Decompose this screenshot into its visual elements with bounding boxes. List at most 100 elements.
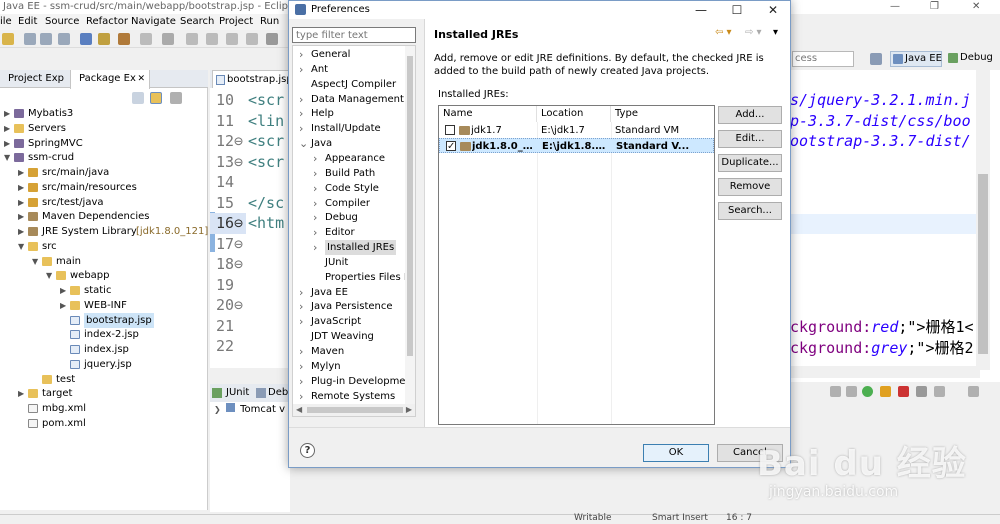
tab-debug[interactable]: Deb — [268, 384, 288, 402]
debug-item-tomcat[interactable]: ❯ Tomcat v — [214, 403, 285, 417]
pref-tree-item[interactable]: › Maven — [293, 344, 405, 359]
chevron-right-icon[interactable]: ▶ — [18, 165, 24, 180]
scroll-left-icon[interactable]: ◀ — [296, 404, 302, 416]
perspective-java-ee[interactable]: Java EE — [890, 51, 942, 67]
chevron-right-icon[interactable]: › — [299, 285, 303, 300]
ok-button[interactable]: OK — [643, 444, 709, 462]
save-icon[interactable] — [24, 33, 36, 45]
pref-tree-item[interactable]: › JavaScript — [293, 314, 405, 329]
toolbar-icon[interactable] — [140, 33, 152, 45]
tree-item[interactable]: ▶ Maven Dependencies — [0, 209, 208, 224]
quick-access-input[interactable]: cess — [792, 51, 854, 67]
chevron-right-icon[interactable]: ▶ — [4, 106, 10, 121]
scrollbar-thumb[interactable] — [307, 407, 403, 413]
chevron-right-icon[interactable]: ▶ — [18, 209, 24, 224]
editor-horizontal-scrollbar[interactable] — [790, 366, 980, 378]
chevron-right-icon[interactable]: ▶ — [18, 386, 24, 401]
pref-tree-item[interactable]: › Editor — [293, 225, 405, 240]
chevron-right-icon[interactable]: ▶ — [18, 180, 24, 195]
pref-tree-item[interactable]: › Java EE — [293, 285, 405, 300]
tab-package-explorer[interactable]: Package Ex ✕ — [70, 70, 150, 89]
pref-tree-item[interactable]: › Compiler — [293, 196, 405, 211]
pref-tree-item[interactable]: › Plug-in Development — [293, 374, 415, 389]
menu-edit[interactable]: Edit — [18, 15, 37, 29]
chevron-right-icon[interactable]: › — [313, 210, 317, 225]
edit-jre-button[interactable]: Edit... — [718, 130, 782, 148]
jre-default-checkbox[interactable] — [445, 125, 455, 135]
pref-tree-item[interactable]: › Data Management — [293, 92, 405, 107]
pref-tree-item[interactable]: JDT Weaving — [293, 329, 405, 344]
tree-item[interactable]: ▶ SpringMVC — [0, 136, 208, 151]
chevron-right-icon[interactable]: › — [299, 314, 303, 329]
view-menu-icon[interactable] — [170, 92, 182, 104]
pref-tree-item[interactable]: › Installed JREs — [293, 240, 405, 256]
tree-item[interactable]: ▶ src/main/java — [0, 165, 208, 180]
tree-item[interactable]: pom.xml — [0, 416, 208, 431]
chevron-right-icon[interactable]: › — [299, 92, 303, 107]
pref-tree-item[interactable]: › Ant — [293, 62, 405, 77]
pref-tree-item[interactable]: › General — [293, 47, 405, 62]
pref-tree-item[interactable]: › Code Style — [293, 181, 405, 196]
chevron-right-icon[interactable]: › — [313, 151, 317, 166]
eclipse-minimize-button[interactable]: — — [890, 0, 900, 14]
resume-icon[interactable] — [186, 33, 198, 45]
chevron-right-icon[interactable]: › — [299, 47, 303, 62]
chevron-right-icon[interactable]: ▶ — [4, 121, 10, 136]
chevron-right-icon[interactable]: › — [299, 344, 303, 359]
menu-search[interactable]: Search — [180, 15, 214, 29]
menu-navigate[interactable]: Navigate — [131, 15, 176, 29]
pref-tree-item[interactable]: Properties Files Ed — [293, 270, 415, 285]
column-header-type[interactable]: Type — [611, 106, 715, 122]
open-perspective-icon[interactable] — [870, 53, 882, 65]
terminate-icon[interactable] — [898, 386, 909, 397]
chevron-right-icon[interactable]: › — [313, 196, 317, 211]
editor-tab-bootstrap-jsp[interactable]: bootstrap.jsp — [212, 70, 290, 89]
pref-tree-item[interactable]: ⌄ Java — [293, 136, 405, 151]
resume-icon[interactable] — [862, 386, 873, 397]
view-menu-button[interactable]: ▾ — [773, 26, 778, 40]
dialog-minimize-button[interactable]: — — [683, 1, 719, 19]
pref-tree-item[interactable]: › Java Persistence — [293, 299, 405, 314]
tree-item[interactable]: ▼ main — [0, 254, 208, 269]
tree-item[interactable]: ▶ WEB-INF — [0, 298, 208, 313]
editor-content-right[interactable]: s/jquery-3.2.1.min.j p-3.3.7-dist/css/bo… — [790, 70, 1000, 382]
menu-source[interactable]: Source — [45, 15, 79, 29]
chevron-right-icon[interactable]: › — [299, 62, 303, 77]
toolbar-icon[interactable] — [846, 386, 857, 397]
tree-item[interactable]: index-2.jsp — [0, 327, 208, 342]
disconnect-icon[interactable] — [916, 386, 927, 397]
pref-tree-item[interactable]: AspectJ Compiler — [293, 77, 405, 92]
collapse-all-icon[interactable] — [132, 92, 144, 104]
forward-button[interactable]: ⇨ ▾ — [745, 26, 762, 40]
help-icon[interactable]: ? — [300, 443, 315, 458]
column-header-location[interactable]: Location — [537, 106, 611, 122]
chevron-right-icon[interactable]: › — [313, 181, 317, 196]
filter-input[interactable] — [292, 27, 416, 43]
column-header-name[interactable]: Name — [439, 106, 537, 122]
scrollbar-thumb[interactable] — [978, 174, 988, 354]
tree-item[interactable]: mbg.xml — [0, 401, 208, 416]
chevron-right-icon[interactable]: › — [313, 166, 317, 181]
tree-vertical-scrollbar[interactable] — [405, 46, 415, 404]
back-button[interactable]: ⇦ ▾ — [715, 26, 732, 40]
suspend-icon[interactable] — [206, 33, 218, 45]
chevron-right-icon[interactable]: › — [299, 389, 303, 404]
pref-tree-item[interactable]: JUnit — [293, 255, 405, 270]
tree-item[interactable]: jquery.jsp — [0, 357, 208, 372]
jre-default-checkbox[interactable] — [446, 139, 456, 154]
code-editor[interactable]: 10 11 12⊖ 13⊖ 14 15 16⊖ 17⊖ 18⊖ 19 20⊖ 21 22 <scr <li… — [210, 88, 290, 368]
pref-tree-item[interactable]: › Debug — [293, 210, 405, 225]
pref-tree-item[interactable]: › Build Path — [293, 166, 405, 181]
skip-breakpoints-icon[interactable] — [80, 33, 92, 45]
tab-project-explorer[interactable]: Project Exp — [0, 70, 70, 88]
pref-tree-item[interactable]: › Mylyn — [293, 359, 405, 374]
pref-tree-item[interactable]: › Help — [293, 106, 405, 121]
terminate-icon[interactable] — [226, 33, 238, 45]
chevron-down-icon[interactable]: ▼ — [18, 239, 24, 254]
link-editor-icon[interactable] — [150, 92, 162, 104]
jre-row[interactable]: jdk1.7 E:\jdk1.7 Standard VM — [439, 123, 714, 138]
tree-item[interactable]: ▶ src/main/resources — [0, 180, 208, 195]
chevron-right-icon[interactable]: › — [299, 106, 303, 121]
eclipse-restore-button[interactable]: ❐ — [930, 0, 939, 14]
chevron-right-icon[interactable]: ▶ — [60, 298, 66, 313]
